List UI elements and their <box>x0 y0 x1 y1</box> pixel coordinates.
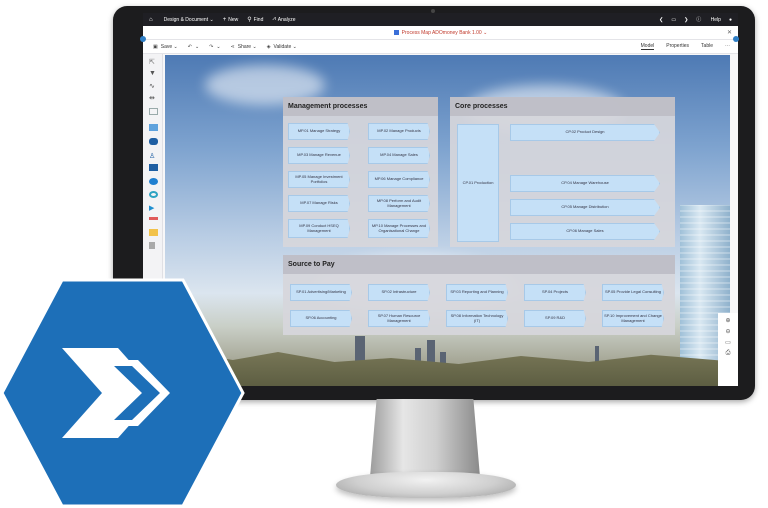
process-box[interactable]: MP.07 Manage Risks <box>288 195 350 212</box>
forward-icon[interactable]: ❯ <box>684 17 688 23</box>
process-box[interactable]: CP.02 Product Design <box>510 124 660 141</box>
play-icon[interactable]: ▶ <box>149 204 158 212</box>
process-box[interactable]: MP.06 Manage Compliance <box>368 171 430 188</box>
find-button[interactable]: ⚲ Find <box>247 16 263 24</box>
process-box[interactable]: MP.01 Manage Strategy <box>288 123 350 140</box>
process-box[interactable]: MP.08 Perform and Audit Management <box>368 195 430 212</box>
home-button[interactable]: ⌂ <box>149 17 155 23</box>
process-box[interactable]: CP.01 Production <box>457 124 499 242</box>
pointer-icon[interactable]: ⇱ <box>149 58 158 66</box>
source-to-pay-panel: Source to Pay SP.01 Advertising/Marketin… <box>283 255 675 335</box>
process-box[interactable]: SP.02 Infrastructure <box>368 284 430 301</box>
actor-icon[interactable]: ♙ <box>149 152 158 160</box>
model-icon <box>393 30 399 35</box>
zoom-out-icon[interactable]: ⊖ <box>718 328 738 335</box>
skyline-image <box>165 352 730 386</box>
top-nav-bar: ⌂ Design & Document ⌄ + New ⚲ Find ⩘ Analyz… <box>143 13 738 26</box>
redo-button[interactable]: ↷ ⌄ <box>209 44 220 50</box>
process-box[interactable]: SP.08 Information Technology (IT) <box>446 310 508 327</box>
process-box[interactable]: SP.04 Projects <box>524 284 586 301</box>
share-icon: ⋖ <box>230 43 235 50</box>
process-box[interactable]: MP.10 Manage Processes and Organisationa… <box>368 219 430 238</box>
process-box[interactable]: MP.04 Manage Sales <box>368 147 430 164</box>
event-shape-icon[interactable] <box>149 178 158 185</box>
zoom-in-icon[interactable]: ⊕ <box>718 317 738 324</box>
plus-icon: + <box>222 16 227 23</box>
save-button[interactable]: ▣ Save ⌄ <box>153 44 178 50</box>
swimlane-icon[interactable]: ⇹ <box>149 94 158 102</box>
process-shape-icon[interactable] <box>149 124 158 131</box>
process-box[interactable]: CP.06 Manage Sales <box>510 223 660 240</box>
decision-shape-icon[interactable] <box>149 164 158 171</box>
tab-properties[interactable]: Properties <box>666 43 689 50</box>
zoom-toolbar: ⊕ ⊖ ▭ ⎙ <box>718 313 738 386</box>
process-box[interactable]: SP.05 Provide Legal Consulting <box>602 284 664 301</box>
analyze-button[interactable]: ⩘ Analyze <box>272 16 295 23</box>
undo-button[interactable]: ↶ ⌄ <box>188 44 199 50</box>
right-edge-handle[interactable] <box>733 36 739 42</box>
panel-title: Management processes <box>283 97 438 116</box>
window-icon[interactable]: ▭ <box>671 17 676 23</box>
document-tab-bar: Process Map ADOmoney Bank 1.00 ⌄ ✕ <box>143 26 738 40</box>
filter-icon[interactable]: ▼ <box>149 70 158 77</box>
panel-title: Source to Pay <box>283 255 675 274</box>
design-document-menu[interactable]: Design & Document ⌄ <box>164 17 214 23</box>
undo-icon: ↶ <box>187 43 192 50</box>
panel-title: Core processes <box>450 97 675 116</box>
new-button[interactable]: + New <box>223 17 239 23</box>
chart-icon: ⩘ <box>272 16 276 22</box>
shield-icon: ◈ <box>266 43 271 50</box>
share-button[interactable]: ⋖ Share ⌄ <box>231 44 257 50</box>
process-box[interactable]: SP.06 Accounting <box>290 310 352 327</box>
subprocess-shape-icon[interactable] <box>149 138 158 145</box>
adonis-logo <box>0 278 245 508</box>
monitor-stand-neck <box>370 399 480 477</box>
export-icon[interactable]: ⎙ <box>718 350 738 357</box>
user-icon[interactable]: ● <box>729 17 732 23</box>
tab-model[interactable]: Model <box>640 43 655 50</box>
core-processes-panel: Core processes CP.01 Production CP.02 Pr… <box>450 97 675 247</box>
left-edge-handle[interactable] <box>140 36 146 42</box>
back-icon[interactable]: ❮ <box>659 17 663 23</box>
model-canvas[interactable]: Management processes MP.01 Manage Strate… <box>165 55 730 386</box>
process-box[interactable]: MP.02 Manage Products <box>368 123 430 140</box>
document-shape-icon[interactable] <box>149 242 155 249</box>
search-icon: ⚲ <box>247 17 252 23</box>
fit-page-icon[interactable]: ▭ <box>718 339 738 346</box>
process-box[interactable]: MP.09 Conduct HSEQ Management <box>288 219 350 238</box>
connector-icon[interactable]: ∿ <box>149 82 158 90</box>
help-button[interactable]: ⓘ Help <box>696 16 721 23</box>
line-shape-icon[interactable] <box>149 217 158 220</box>
note-shape-icon[interactable] <box>149 229 158 236</box>
end-event-icon[interactable] <box>149 191 158 198</box>
validate-button[interactable]: ◈ Validate ⌄ <box>267 44 297 50</box>
management-processes-panel: Management processes MP.01 Manage Strate… <box>283 97 438 247</box>
model-toolbar: ▣ Save ⌄ ↶ ⌄ ↷ ⌄ ⋖ Share ⌄ ◈ Validate ⌄ Model… <box>143 40 738 54</box>
process-box[interactable]: SP.01 Advertising/Marketing <box>290 284 352 301</box>
process-box[interactable]: CP.05 Manage Distribution <box>510 199 660 216</box>
process-box[interactable]: SP.09 R&D <box>524 310 586 327</box>
redo-icon: ↷ <box>209 43 214 50</box>
rectangle-shape-icon[interactable] <box>149 108 158 115</box>
document-title[interactable]: Process Map ADOmoney Bank 1.00 <box>402 30 482 36</box>
document-dropdown-icon[interactable]: ⌄ <box>482 30 487 36</box>
process-box[interactable]: SP.10 Improvement and Change Management <box>602 310 664 327</box>
process-box[interactable]: SP.07 Human Resource Management <box>368 310 430 327</box>
home-icon: ⌂ <box>149 16 153 23</box>
process-box[interactable]: MP.03 Manage Revenue <box>288 147 350 164</box>
more-icon[interactable]: ⋯ <box>725 43 730 50</box>
monitor-stand-base <box>336 472 516 498</box>
process-box[interactable]: MP.05 Manage Investment Portfolios <box>288 171 350 188</box>
process-box[interactable]: SP.03 Reporting and Planning <box>446 284 508 301</box>
tab-table[interactable]: Table <box>701 43 713 50</box>
product-hero: ⌂ Design & Document ⌄ + New ⚲ Find ⩘ Analyz… <box>0 0 768 508</box>
save-icon: ▣ <box>153 43 158 50</box>
close-icon[interactable]: ✕ <box>727 29 732 36</box>
process-box[interactable]: CP.04 Manage Warehouse <box>510 175 660 192</box>
